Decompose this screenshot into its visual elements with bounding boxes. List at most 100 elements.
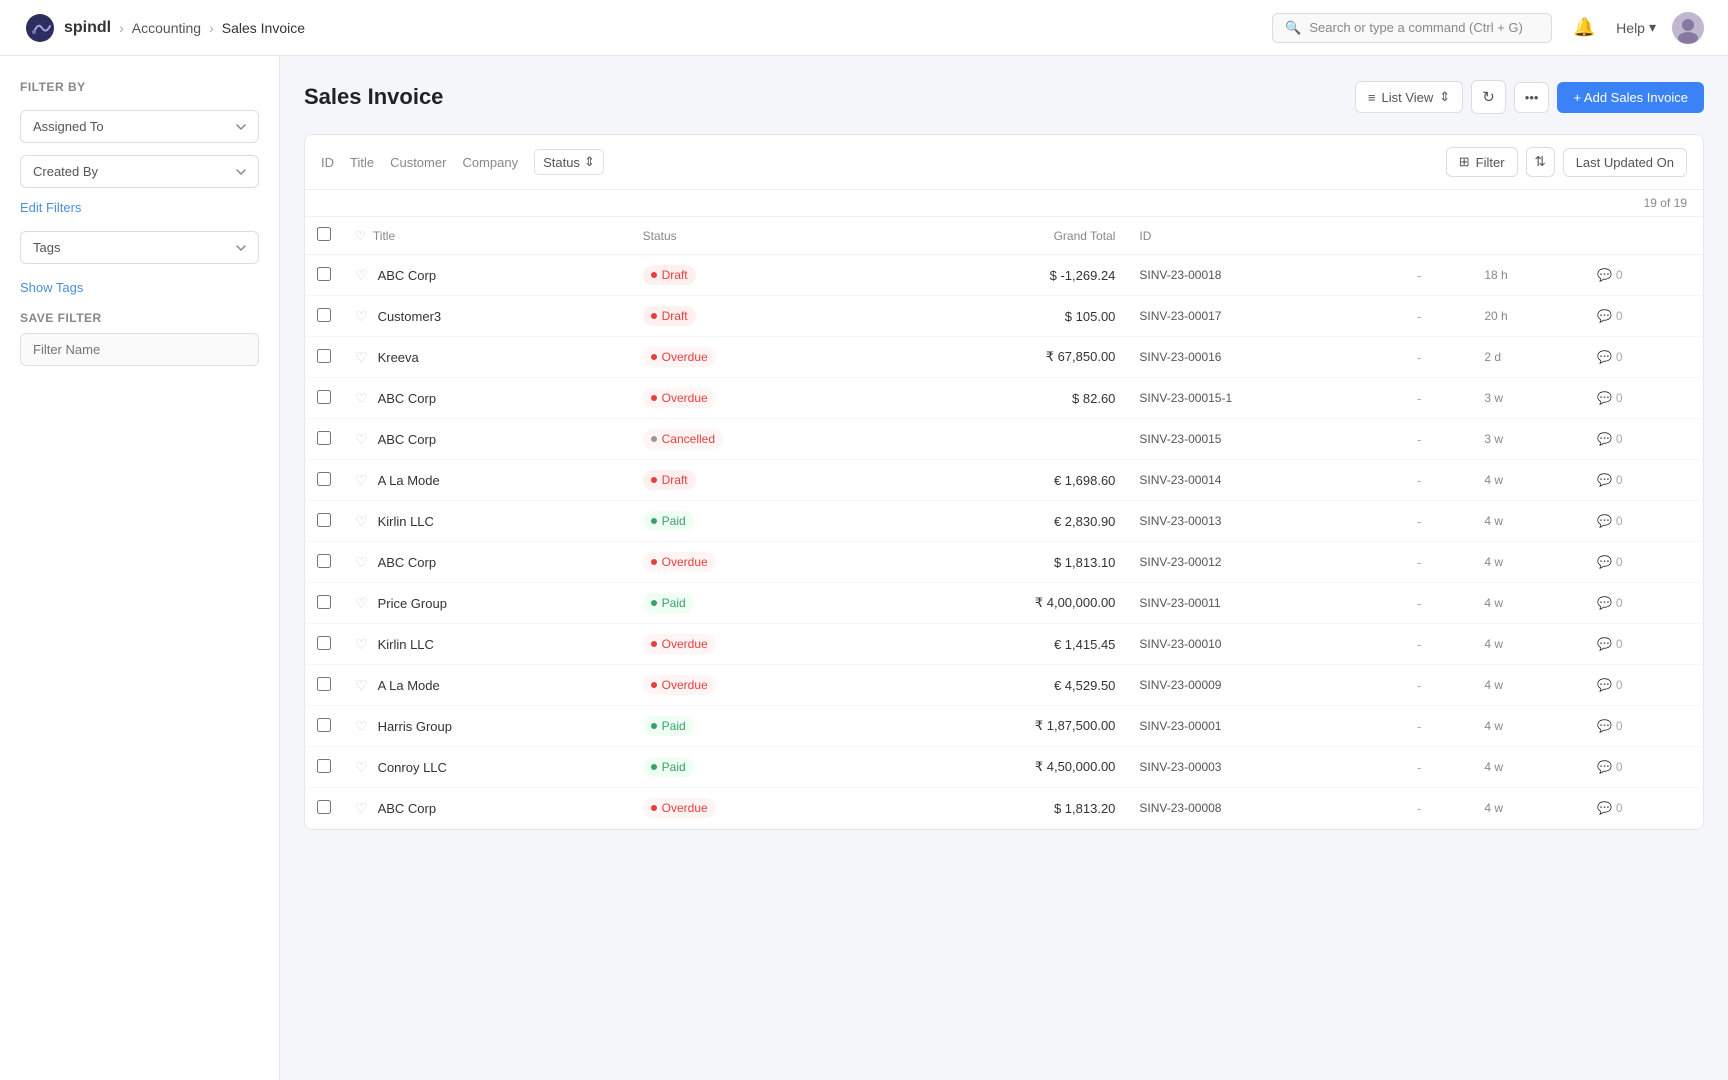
row-checkbox[interactable] (317, 595, 331, 609)
customer-name: Harris Group (378, 719, 452, 734)
heart-icon[interactable]: ♡ (355, 800, 368, 817)
filter-name-input[interactable] (20, 333, 259, 366)
row-checkbox[interactable] (317, 349, 331, 363)
heart-icon[interactable]: ♡ (355, 718, 368, 735)
list-icon: ≡ (1368, 90, 1376, 105)
row-amount-cell: € 4,529.50 (879, 665, 1128, 706)
status-label: Draft (662, 473, 688, 487)
heart-icon[interactable]: ♡ (355, 472, 368, 489)
heart-icon[interactable]: ♡ (355, 390, 368, 407)
customer-name: ABC Corp (378, 391, 437, 406)
more-options-button[interactable]: ••• (1514, 82, 1550, 113)
chevron-down-icon: ▾ (1649, 19, 1656, 36)
heart-icon[interactable]: ♡ (355, 677, 368, 694)
sort-button[interactable]: ⇅ (1526, 147, 1555, 177)
table-row[interactable]: ♡ ABC Corp Cancelled SINV-23-00015 - 3 w… (305, 419, 1703, 460)
row-checkbox[interactable] (317, 267, 331, 281)
table-row[interactable]: ♡ Kirlin LLC Paid € 2,830.90 SINV-23-000… (305, 501, 1703, 542)
last-updated-button[interactable]: Last Updated On (1563, 148, 1687, 177)
table-row[interactable]: ♡ A La Mode Draft € 1,698.60 SINV-23-000… (305, 460, 1703, 501)
customer-name: Price Group (378, 596, 447, 611)
table-row[interactable]: ♡ A La Mode Overdue € 4,529.50 SINV-23-0… (305, 665, 1703, 706)
status-label: Paid (662, 760, 686, 774)
heart-icon[interactable]: ♡ (355, 308, 368, 325)
tags-select[interactable]: Tags (20, 231, 259, 264)
row-comments-cell: 💬 0 (1585, 419, 1703, 460)
pagination-info: 19 of 19 (305, 190, 1703, 217)
filter-button[interactable]: ⊞ Filter (1446, 147, 1518, 177)
row-checkbox[interactable] (317, 431, 331, 445)
heart-icon[interactable]: ♡ (355, 267, 368, 284)
row-id-cell: SINV-23-00012 (1127, 542, 1405, 583)
status-label: Draft (662, 309, 688, 323)
created-by-select[interactable]: Created By (20, 155, 259, 188)
table-row[interactable]: ♡ Kirlin LLC Overdue € 1,415.45 SINV-23-… (305, 624, 1703, 665)
status-dot (651, 313, 657, 319)
show-tags-link[interactable]: Show Tags (20, 280, 259, 295)
row-comments-cell: 💬 0 (1585, 460, 1703, 501)
list-view-button[interactable]: ≡ List View ⇕ (1355, 81, 1463, 113)
col-status-select[interactable]: Status ⇕ (534, 149, 604, 175)
row-checkbox[interactable] (317, 390, 331, 404)
row-checkbox-cell (305, 419, 343, 460)
logo[interactable]: spindl (24, 12, 111, 44)
breadcrumb-sales-invoice[interactable]: Sales Invoice (222, 20, 305, 36)
select-all-checkbox[interactable] (317, 227, 331, 241)
heart-icon[interactable]: ♡ (355, 431, 368, 448)
row-checkbox[interactable] (317, 759, 331, 773)
heart-icon: ♡ (355, 229, 366, 243)
row-checkbox[interactable] (317, 308, 331, 322)
search-bar[interactable]: 🔍 Search or type a command (Ctrl + G) (1272, 13, 1552, 43)
avatar[interactable] (1672, 12, 1704, 44)
table-row[interactable]: ♡ Customer3 Draft $ 105.00 SINV-23-00017… (305, 296, 1703, 337)
row-checkbox[interactable] (317, 513, 331, 527)
row-dash-cell: - (1405, 665, 1472, 706)
row-checkbox[interactable] (317, 636, 331, 650)
table-row[interactable]: ♡ Kreeva Overdue ₹ 67,850.00 SINV-23-000… (305, 337, 1703, 378)
row-dash-cell: - (1405, 788, 1472, 829)
help-button[interactable]: Help ▾ (1616, 19, 1656, 36)
table-row[interactable]: ♡ ABC Corp Draft $ -1,269.24 SINV-23-000… (305, 255, 1703, 296)
row-amount-cell: ₹ 1,87,500.00 (879, 706, 1128, 747)
row-checkbox[interactable] (317, 472, 331, 486)
row-checkbox[interactable] (317, 718, 331, 732)
col-company: Company (462, 155, 518, 170)
chevron-icon: ⇕ (584, 154, 595, 170)
heart-icon[interactable]: ♡ (355, 636, 368, 653)
refresh-button[interactable]: ↻ (1471, 80, 1506, 114)
heart-icon[interactable]: ♡ (355, 759, 368, 776)
row-checkbox-cell (305, 255, 343, 296)
row-customer-cell: ♡ A La Mode (343, 665, 631, 706)
assigned-to-select[interactable]: Assigned To (20, 110, 259, 143)
table-row[interactable]: ♡ ABC Corp Overdue $ 1,813.20 SINV-23-00… (305, 788, 1703, 829)
heart-icon[interactable]: ♡ (355, 554, 368, 571)
status-badge: Paid (643, 716, 694, 736)
row-customer-cell: ♡ Price Group (343, 583, 631, 624)
comment-icon: 💬 (1597, 760, 1612, 774)
heart-icon[interactable]: ♡ (355, 513, 368, 530)
row-dash-cell: - (1405, 255, 1472, 296)
notification-button[interactable]: 🔔 (1568, 12, 1600, 44)
heart-icon[interactable]: ♡ (355, 349, 368, 366)
row-checkbox-cell (305, 542, 343, 583)
table-row[interactable]: ♡ ABC Corp Overdue $ 82.60 SINV-23-00015… (305, 378, 1703, 419)
row-customer-cell: ♡ Kirlin LLC (343, 624, 631, 665)
table-row[interactable]: ♡ Conroy LLC Paid ₹ 4,50,000.00 SINV-23-… (305, 747, 1703, 788)
status-badge: Paid (643, 593, 694, 613)
table-row[interactable]: ♡ Harris Group Paid ₹ 1,87,500.00 SINV-2… (305, 706, 1703, 747)
row-checkbox[interactable] (317, 800, 331, 814)
heart-icon[interactable]: ♡ (355, 595, 368, 612)
table-row[interactable]: ♡ Price Group Paid ₹ 4,00,000.00 SINV-23… (305, 583, 1703, 624)
row-dash-cell: - (1405, 624, 1472, 665)
row-checkbox[interactable] (317, 554, 331, 568)
row-id-cell: SINV-23-00009 (1127, 665, 1405, 706)
row-status-cell: Draft (631, 255, 879, 296)
row-comments-cell: 💬 0 (1585, 337, 1703, 378)
edit-filters-link[interactable]: Edit Filters (20, 200, 259, 215)
comment-count: 0 (1616, 391, 1623, 405)
add-sales-invoice-button[interactable]: + Add Sales Invoice (1557, 82, 1704, 113)
table-row[interactable]: ♡ ABC Corp Overdue $ 1,813.10 SINV-23-00… (305, 542, 1703, 583)
row-customer-cell: ♡ ABC Corp (343, 788, 631, 829)
row-checkbox[interactable] (317, 677, 331, 691)
breadcrumb-accounting[interactable]: Accounting (132, 20, 201, 36)
